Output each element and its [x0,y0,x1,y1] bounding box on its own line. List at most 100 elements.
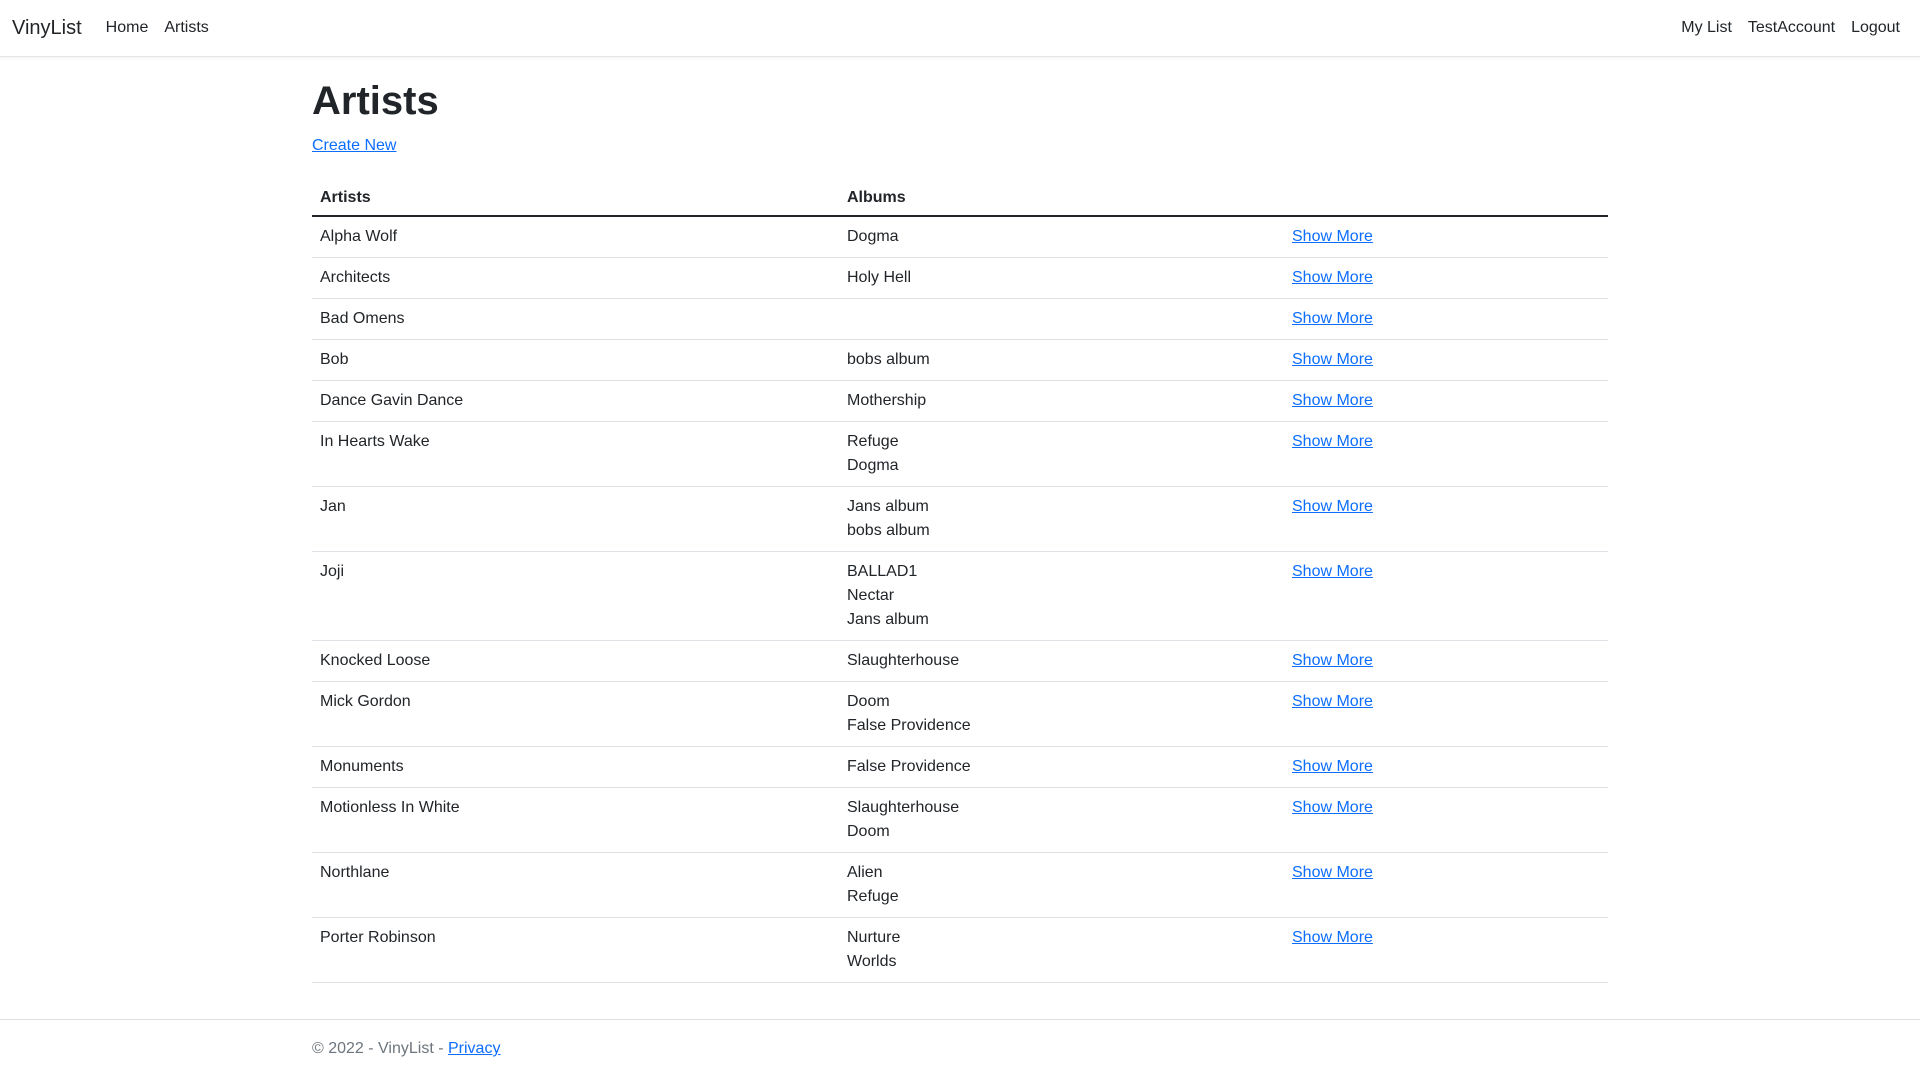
table-row: Porter Robinson Nurture Worlds Show More [312,917,1608,983]
albums-cell: BALLAD1 Nectar Jans album [839,551,1284,641]
table-row: Joji BALLAD1 Nectar Jans album Show More [312,551,1608,641]
album-title: Worlds [847,953,897,970]
show-more-link[interactable]: Show More [1292,392,1373,409]
albums-cell: Refuge Dogma [839,421,1284,487]
nav-logout-link[interactable]: Logout [1851,19,1900,37]
albums-cell [839,298,1284,340]
albums-cell: Nurture Worlds [839,917,1284,983]
albums-cell: Alien Refuge [839,852,1284,918]
show-more-link[interactable]: Show More [1292,758,1373,775]
album-title: Doom [847,693,890,710]
artist-name-cell: Joji [312,551,839,641]
show-more-link[interactable]: Show More [1292,310,1373,327]
show-more-link[interactable]: Show More [1292,433,1373,450]
actions-cell: Show More [1284,380,1608,422]
actions-cell: Show More [1284,787,1608,853]
table-row: Knocked Loose Slaughterhouse Show More [312,640,1608,682]
album-title: Nurture [847,929,901,946]
album-title: BALLAD1 [847,563,918,580]
footer: © 2022 - VinyList - Privacy [0,1019,1920,1080]
nav-my-list-link[interactable]: My List [1681,19,1732,37]
table-row: In Hearts Wake Refuge Dogma Show More [312,421,1608,487]
album-title: Dogma [847,228,899,245]
album-title: False Providence [847,758,971,775]
artists-table: Artists Albums Alpha Wolf Dogma Show More A… [312,175,1608,983]
table-header-row: Artists Albums [312,175,1608,217]
brand-link[interactable]: VinyList [12,17,82,40]
show-more-link[interactable]: Show More [1292,652,1373,669]
show-more-link[interactable]: Show More [1292,269,1373,286]
actions-cell: Show More [1284,551,1608,641]
nav-account-link[interactable]: TestAccount [1748,19,1835,37]
artist-name-cell: Jan [312,486,839,552]
show-more-link[interactable]: Show More [1292,693,1373,710]
show-more-link[interactable]: Show More [1292,228,1373,245]
privacy-link[interactable]: Privacy [448,1040,500,1057]
actions-cell: Show More [1284,640,1608,682]
albums-cell: Jans album bobs album [839,486,1284,552]
footer-copyright: © 2022 - VinyList - [312,1040,448,1057]
artist-name-cell: In Hearts Wake [312,421,839,487]
table-row: Motionless In White Slaughterhouse Doom Sho… [312,787,1608,853]
artist-name-cell: Porter Robinson [312,917,839,983]
table-row: Monuments False Providence Show More [312,746,1608,788]
actions-cell: Show More [1284,486,1608,552]
artist-name-cell: Knocked Loose [312,640,839,682]
table-row: Jan Jans album bobs album Show More [312,486,1608,552]
album-title: False Providence [847,717,971,734]
album-title: Refuge [847,433,899,450]
artist-name-cell: Motionless In White [312,787,839,853]
actions-cell: Show More [1284,339,1608,381]
artist-name-cell: Alpha Wolf [312,216,839,258]
album-title: Slaughterhouse [847,799,960,816]
album-title: Dogma [847,457,899,474]
artist-name-cell: Northlane [312,852,839,918]
album-title: Jans album [847,498,929,515]
main-content: Artists Create New Artists Albums Alpha … [312,57,1608,983]
album-title: Slaughterhouse [847,652,960,669]
actions-cell: Show More [1284,746,1608,788]
albums-cell: False Providence [839,746,1284,788]
show-more-link[interactable]: Show More [1292,799,1373,816]
album-title: Refuge [847,888,899,905]
header-artists: Artists [312,175,839,217]
show-more-link[interactable]: Show More [1292,563,1373,580]
show-more-link[interactable]: Show More [1292,864,1373,881]
artist-name-cell: Bob [312,339,839,381]
table-row: Northlane Alien Refuge Show More [312,852,1608,918]
actions-cell: Show More [1284,216,1608,258]
nav-left: Home Artists [106,19,209,37]
table-row: Architects Holy Hell Show More [312,257,1608,299]
nav-artists-link[interactable]: Artists [164,19,208,37]
albums-cell: Mothership [839,380,1284,422]
table-body: Alpha Wolf Dogma Show More Architects Holy H… [312,216,1608,983]
table-row: Dance Gavin Dance Mothership Show More [312,380,1608,422]
artist-name-cell: Monuments [312,746,839,788]
artist-name-cell: Bad Omens [312,298,839,340]
album-title: Doom [847,823,890,840]
artist-name-cell: Dance Gavin Dance [312,380,839,422]
album-title: bobs album [847,522,930,539]
actions-cell: Show More [1284,681,1608,747]
show-more-link[interactable]: Show More [1292,929,1373,946]
footer-text-wrap: © 2022 - VinyList - Privacy [312,1040,500,1058]
nav-home-link[interactable]: Home [106,19,149,37]
table-row: Mick Gordon Doom False Providence Show More [312,681,1608,747]
show-more-link[interactable]: Show More [1292,498,1373,515]
albums-cell: bobs album [839,339,1284,381]
actions-cell: Show More [1284,257,1608,299]
actions-cell: Show More [1284,421,1608,487]
albums-cell: Dogma [839,216,1284,258]
header-actions [1284,175,1608,217]
album-title: Holy Hell [847,269,912,286]
table-row: Alpha Wolf Dogma Show More [312,216,1608,258]
artist-name-cell: Architects [312,257,839,299]
show-more-link[interactable]: Show More [1292,351,1373,368]
albums-cell: Slaughterhouse Doom [839,787,1284,853]
albums-cell: Doom False Providence [839,681,1284,747]
create-new-link[interactable]: Create New [312,137,396,155]
actions-cell: Show More [1284,917,1608,983]
album-title: bobs album [847,351,930,368]
album-title: Mothership [847,392,927,409]
top-navbar: VinyList Home Artists My List TestAccoun… [0,0,1920,57]
